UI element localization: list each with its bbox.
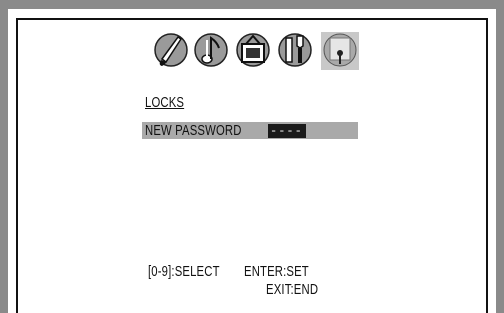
picture-settings-icon[interactable]	[154, 33, 188, 67]
exit-hint: EXIT:END	[266, 282, 319, 298]
sound-settings-icon[interactable]	[194, 33, 228, 67]
tv-settings-icon[interactable]	[236, 33, 270, 67]
page-title: LOCKS	[145, 95, 185, 111]
password-value: ----	[270, 124, 303, 138]
set-hint: ENTER:SET	[244, 264, 309, 280]
tools-settings-icon[interactable]	[278, 33, 312, 67]
new-password-label: NEW PASSWORD	[145, 123, 242, 139]
new-password-field[interactable]: ----	[268, 124, 306, 138]
menu-icon-bar	[149, 26, 365, 76]
lock-settings-icon[interactable]	[321, 32, 359, 70]
select-hint: [0-9]:SELECT	[148, 264, 220, 280]
menu-icons-svg	[154, 32, 359, 70]
